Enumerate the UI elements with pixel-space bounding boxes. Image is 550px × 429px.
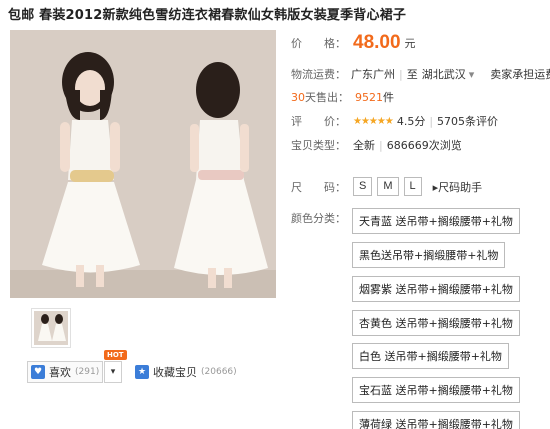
type-value: 全新	[353, 139, 375, 152]
favorite-label: 收藏宝贝	[153, 366, 197, 379]
color-option[interactable]: 白色 送吊带+搁缎腰带+礼物	[352, 343, 509, 369]
shipping-label: 物流运费：	[291, 68, 346, 81]
favorite-count: (20666)	[201, 367, 237, 377]
rating-row: 评 价： ★★★★★ 4.5分 | 5705条评价	[291, 113, 499, 129]
star-rating-icon: ★★★★★	[353, 115, 394, 127]
chevron-down-icon: ▾	[110, 367, 116, 377]
color-option[interactable]: 宝石蓝 送吊带+搁缎腰带+礼物	[352, 377, 520, 403]
colors-label: 颜色分类：	[291, 212, 346, 225]
product-title: 包邮 春装2012新款纯色雪纺连衣裙春款仙女韩版女装夏季背心裙子	[8, 8, 407, 23]
favorite-button[interactable]: ★ 收藏宝贝 (20666)	[132, 361, 252, 383]
favorite-icon: ★	[135, 365, 149, 379]
like-button[interactable]: ♥ 喜欢 (291)	[27, 361, 103, 383]
sales-label: 天售出：	[305, 91, 349, 104]
type-label: 宝贝类型：	[291, 139, 346, 152]
rating-score: 4.5分	[396, 115, 426, 128]
shipping-from: 广东广州	[351, 68, 395, 81]
shipping-row: 物流运费： 广东广州 | 至 湖北武汉 ▾ 卖家承担运费	[291, 66, 550, 82]
chevron-down-icon[interactable]: ▾	[469, 68, 475, 81]
heart-icon: ♥	[31, 365, 45, 379]
thumbnail-image	[34, 311, 68, 345]
type-views: 686669次浏览	[386, 139, 462, 152]
size-option-l[interactable]: L	[403, 177, 422, 196]
color-option[interactable]: 烟雾紫 送吊带+搁缎腰带+礼物	[352, 276, 520, 302]
shipping-fee: 卖家承担运费	[490, 68, 550, 81]
product-thumbnail[interactable]	[31, 308, 71, 348]
size-option-s[interactable]: S	[353, 177, 373, 196]
color-option[interactable]: 黑色送吊带+搁缎腰带+礼物	[352, 242, 506, 268]
sales-unit: 件	[383, 91, 394, 104]
size-option-m[interactable]: M	[377, 177, 399, 196]
rating-reviews[interactable]: 5705条评价	[437, 113, 498, 129]
product-main-photo[interactable]	[10, 30, 276, 298]
color-option[interactable]: 天青蓝 送吊带+搁缎腰带+礼物	[352, 208, 520, 234]
sales-row: 30 天售出： 9521 件	[291, 89, 394, 105]
rating-label: 评 价：	[291, 115, 346, 128]
like-dropdown-button[interactable]: ▾	[104, 361, 122, 383]
size-helper-label: 尺码助手	[438, 180, 483, 194]
like-label: 喜欢	[49, 366, 71, 379]
price-row: 价 格： 48.00 元	[291, 32, 416, 54]
price-label: 价 格：	[291, 37, 346, 50]
like-count: (291)	[75, 367, 100, 377]
sales-days: 30	[291, 90, 305, 104]
size-helper-link[interactable]: ▸尺码助手	[433, 179, 483, 195]
color-option[interactable]: 薄荷绿 送吊带+搁缎腰带+礼物	[352, 411, 520, 429]
product-photo-illustration	[10, 30, 276, 298]
color-option[interactable]: 杏黄色 送吊带+搁缎腰带+礼物	[352, 310, 520, 336]
price-value: 48.00	[353, 32, 401, 53]
shipping-to-prefix: 至	[406, 68, 418, 81]
size-label: 尺 码：	[291, 180, 346, 194]
type-row: 宝贝类型： 全新 | 686669次浏览	[291, 138, 462, 153]
price-unit: 元	[404, 37, 416, 50]
hot-badge: HOT	[104, 350, 127, 360]
sales-count: 9521	[355, 90, 383, 104]
shipping-destination[interactable]: 湖北武汉	[422, 66, 466, 82]
size-row: 尺 码： S M L ▸尺码助手	[291, 177, 482, 196]
